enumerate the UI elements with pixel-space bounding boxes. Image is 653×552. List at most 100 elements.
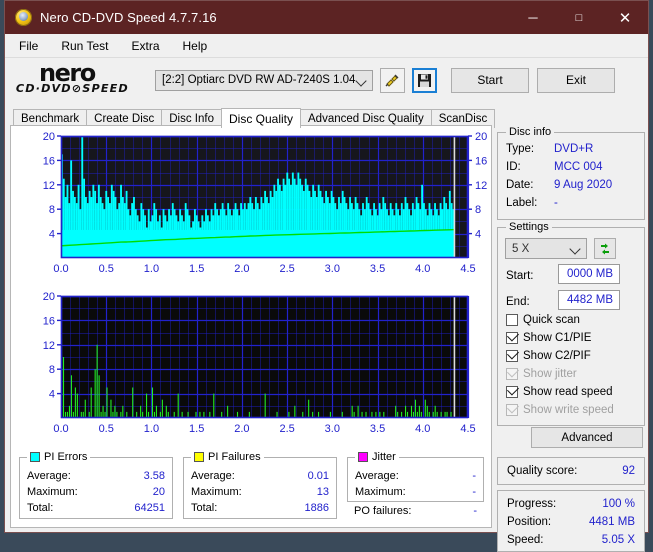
table-row: Total: 1886 [191, 502, 329, 514]
svg-text:20: 20 [43, 131, 55, 143]
po-failures-label: PO failures: [354, 505, 412, 517]
jitter-average-value: - [472, 470, 476, 482]
menu-item-help[interactable]: Help [181, 37, 210, 55]
minimize-button[interactable]: ─ [510, 1, 556, 34]
drive-select[interactable]: [2:2] Optiarc DVD RW AD-7240S 1.04 [155, 69, 373, 91]
jitter-stats-title: Jitter [355, 451, 399, 463]
checkbox-icon [506, 329, 520, 344]
disc-label-label: Label: [506, 197, 538, 209]
jitter-maximum-label: Maximum: [355, 486, 406, 498]
disc-id-label: ID: [506, 161, 521, 173]
table-row: Average: 0.01 [191, 470, 329, 482]
close-button[interactable]: ✕ [602, 1, 648, 34]
end-mb-field[interactable]: 4482 MB [558, 290, 620, 310]
svg-text:0.0: 0.0 [53, 263, 68, 275]
nero-cd-dvd-speed-window: Nero CD-DVD Speed 4.7.7.16 ─ □ ✕ File Ru… [4, 0, 649, 552]
exit-button[interactable]: Exit [537, 67, 615, 93]
checkbox-show-write-speed: Show write speed [506, 401, 614, 416]
pi-errors-stats: PI Errors Average: 3.58 Maximum: 20 Tota… [19, 451, 173, 519]
menu-item-file[interactable]: File [17, 37, 40, 55]
checkbox-show-jitter: Show jitter [506, 365, 577, 380]
table-row: Maximum: 20 [27, 486, 165, 498]
po-failures-value: - [473, 505, 477, 517]
checkbox-icon [506, 314, 518, 326]
main-content: 4 4 8 8 12 12 16 16 20 20 0.0 0.5 1.0 1.5 2.0 2.5 3.0 3.5… [10, 125, 645, 552]
start-mb-label: Start: [506, 270, 534, 282]
maximize-button[interactable]: □ [556, 1, 602, 34]
quality-score-value: 92 [622, 465, 635, 477]
svg-text:4: 4 [49, 389, 55, 401]
checkbox-icon [506, 383, 520, 398]
chevron-down-icon [569, 243, 581, 255]
quality-score-label: Quality score: [507, 465, 578, 477]
svg-text:8: 8 [49, 204, 55, 216]
pi-failures-maximum-label: Maximum: [191, 486, 242, 498]
svg-text:1.0: 1.0 [144, 263, 159, 275]
jitter-label: Jitter [372, 451, 396, 463]
progress-value: 100 % [602, 498, 635, 510]
checkbox-quick-scan[interactable]: Quick scan [506, 314, 580, 326]
svg-text:0.5: 0.5 [99, 423, 114, 435]
title-bar: Nero CD-DVD Speed 4.7.7.16 ─ □ ✕ [5, 1, 648, 34]
jitter-color-swatch [358, 452, 368, 462]
jitter-average-label: Average: [355, 470, 399, 482]
svg-text:1.5: 1.5 [189, 423, 204, 435]
quality-score-panel: Quality score: 92 [497, 457, 645, 485]
svg-text:3.0: 3.0 [325, 263, 340, 275]
pi-failures-stats-title: PI Failures [191, 451, 264, 463]
checkbox-show-c2-pif[interactable]: Show C2/PIF [506, 347, 591, 362]
pi-errors-maximum-value: 20 [152, 486, 165, 498]
window-controls: ─ □ ✕ [510, 1, 648, 34]
pi-failures-total-value: 1886 [304, 502, 329, 514]
nero-logo-subtext: CD·DVD⊘SPEED [15, 82, 129, 95]
save-floppy-icon[interactable] [412, 67, 437, 93]
table-row: Maximum: 13 [191, 486, 329, 498]
window-title: Nero CD-DVD Speed 4.7.7.16 [40, 10, 217, 25]
svg-text:2.0: 2.0 [234, 263, 249, 275]
svg-text:3.5: 3.5 [370, 263, 385, 275]
drive-plug-icon[interactable] [380, 67, 405, 93]
start-mb-field[interactable]: 0000 MB [558, 264, 620, 284]
refresh-arrows-icon[interactable] [594, 238, 616, 259]
start-button[interactable]: Start [451, 67, 529, 93]
nero-logo: nero CD·DVD⊘SPEED [15, 59, 145, 99]
svg-text:12: 12 [43, 180, 55, 192]
pi-failures-stats: PI Failures Average: 0.01 Maximum: 13 To… [183, 451, 337, 519]
menu-item-run-test[interactable]: Run Test [59, 37, 110, 55]
checkbox-label: Show C2/PIF [523, 350, 591, 362]
pi-failures-color-swatch [194, 452, 204, 462]
pi-errors-stats-title: PI Errors [27, 451, 91, 463]
pi-errors-total-label: Total: [27, 502, 54, 514]
end-mb-label: End: [506, 296, 530, 308]
settings-group: Settings 5 X Start: 0000 MB End: 4482 MB [497, 221, 645, 426]
pi-errors-total-value: 64251 [134, 502, 165, 514]
disc-type-value: DVD+R [554, 143, 594, 155]
jitter-maximum-value: - [472, 486, 476, 498]
svg-text:4.0: 4.0 [415, 263, 430, 275]
svg-text:2.5: 2.5 [279, 263, 294, 275]
pi-errors-chart: 4 4 8 8 12 12 16 16 20 20 0.0 0.5 1.0 1.5 2.0 2.5 3.0 3.5… [11, 126, 492, 284]
svg-text:12: 12 [43, 340, 55, 352]
speed-select[interactable]: 5 X [505, 238, 587, 259]
svg-text:1.5: 1.5 [189, 263, 204, 275]
menu-bar: File Run Test Extra Help [5, 34, 648, 58]
tab-disc-quality[interactable]: Disc Quality [221, 108, 302, 128]
pi-failures-label: PI Failures [208, 451, 261, 463]
chevron-down-icon [355, 74, 367, 87]
disc-date-label: Date: [506, 179, 534, 191]
menu-item-extra[interactable]: Extra [129, 37, 161, 55]
progress-label: Progress: [507, 498, 557, 510]
checkbox-show-read-speed[interactable]: Show read speed [506, 383, 613, 398]
svg-text:0.0: 0.0 [53, 423, 68, 435]
svg-text:16: 16 [475, 155, 487, 167]
svg-text:4.5: 4.5 [460, 423, 475, 435]
checkbox-show-c1-pie[interactable]: Show C1/PIE [506, 329, 591, 344]
advanced-button[interactable]: Advanced [531, 427, 643, 448]
pi-errors-color-swatch [30, 452, 40, 462]
pi-errors-average-label: Average: [27, 470, 71, 482]
svg-text:1.0: 1.0 [144, 423, 159, 435]
nero-disc-icon [15, 9, 32, 26]
pi-failures-maximum-value: 13 [316, 486, 329, 498]
drive-select-label: [2:2] Optiarc DVD RW AD-7240S 1.04 [162, 74, 356, 86]
checkbox-icon [506, 401, 520, 416]
